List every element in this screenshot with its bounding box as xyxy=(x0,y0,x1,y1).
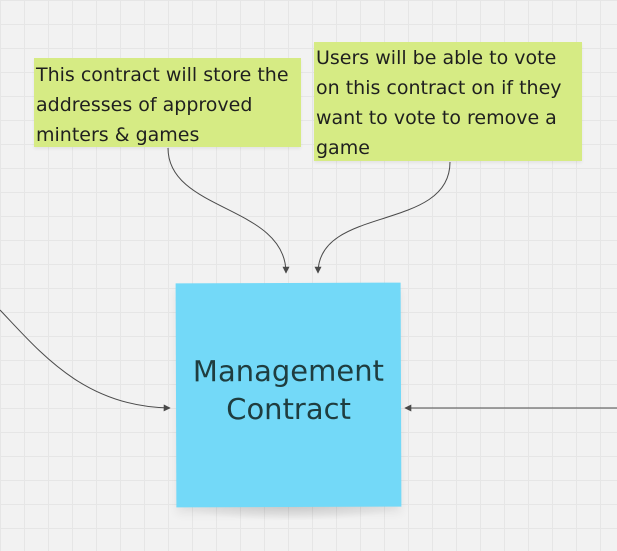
note-approved-minters-games-text: This contract will store the addresses o… xyxy=(36,64,289,146)
connector-right-note-to-sticky[interactable] xyxy=(314,161,451,274)
note-vote-remove-game-text: Users will be able to vote on this contr… xyxy=(316,47,562,159)
management-contract-sticky[interactable]: Management Contract xyxy=(175,282,402,508)
management-contract-title: Management Contract xyxy=(192,353,384,426)
connector-left-input-to-sticky[interactable] xyxy=(0,309,171,412)
connector-left-note-to-sticky[interactable] xyxy=(167,147,290,274)
note-vote-remove-game[interactable]: Users will be able to vote on this contr… xyxy=(314,42,582,161)
note-approved-minters-games[interactable]: This contract will store the addresses o… xyxy=(34,58,301,147)
